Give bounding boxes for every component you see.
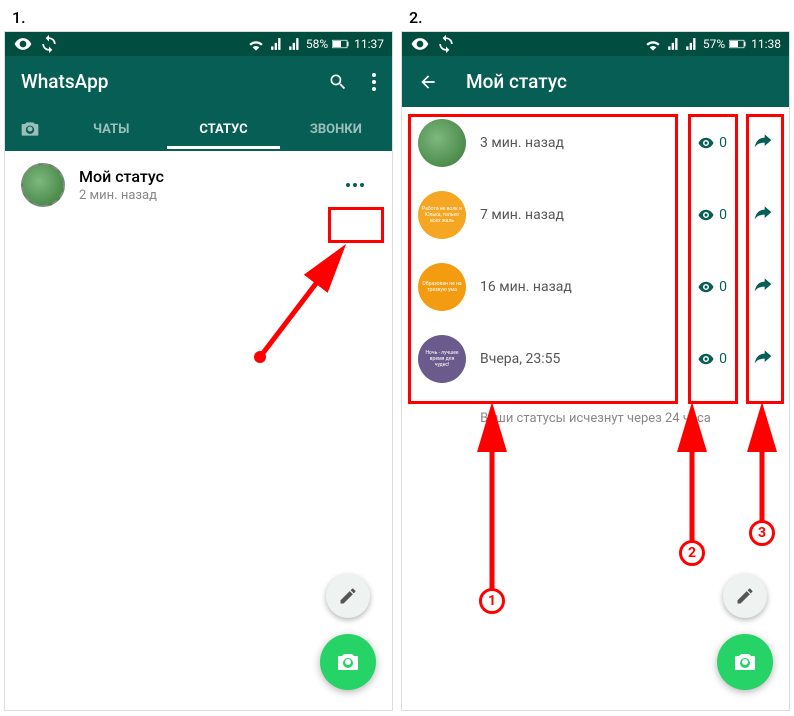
more-button[interactable]	[334, 175, 376, 195]
view-count[interactable]: 0	[697, 134, 727, 152]
tab-chats[interactable]: ЧАТЫ	[55, 110, 167, 149]
tab-status[interactable]: СТАТУС	[167, 110, 279, 149]
signal-icon-2	[685, 37, 699, 51]
view-count[interactable]: 0	[697, 350, 727, 368]
sync-icon	[436, 34, 456, 54]
camera-icon	[733, 650, 757, 674]
panel-label-1: 1.	[4, 4, 393, 31]
forward-icon	[753, 203, 773, 223]
wifi-icon	[643, 34, 663, 54]
avatar: Ночь - лучшее время для чудес!	[418, 335, 466, 383]
phone-screen-2: 57% 11:38 Мой статус 3 мин. назад	[401, 31, 790, 711]
back-icon[interactable]	[418, 72, 438, 92]
view-count[interactable]: 0	[697, 278, 727, 296]
pencil-icon	[338, 586, 358, 606]
avatar-text: Ночь - лучшее время для чудес!	[418, 335, 466, 383]
my-status-row[interactable]: Мой статус 2 мин. назад	[5, 151, 392, 219]
tab-bar: ЧАТЫ СТАТУС ЗВОНКИ	[5, 107, 392, 151]
status-item[interactable]: Работа не волк и Юлька, только всех жаль…	[402, 179, 789, 251]
battery-icon	[332, 38, 350, 50]
signal-icon-2	[288, 37, 302, 51]
forward-icon	[753, 131, 773, 151]
status-item[interactable]: 3 мин. назад 0	[402, 107, 789, 179]
status-item[interactable]: Образован не на трезвую ума 16 мин. наза…	[402, 251, 789, 323]
eye-icon	[410, 34, 430, 54]
status-time: 3 мин. назад	[480, 135, 683, 151]
eye-icon	[697, 350, 715, 368]
phone-screen-1: 58% 11:37 WhatsApp	[4, 31, 393, 711]
status-time: 16 мин. назад	[480, 279, 683, 295]
search-icon[interactable]	[328, 72, 348, 92]
app-title: WhatsApp	[21, 70, 328, 93]
annotation-arrow	[245, 237, 355, 367]
forward-button[interactable]	[753, 131, 773, 155]
annotation-badge-2: 2	[679, 540, 705, 566]
avatar: Работа не волк и Юлька, только всех жаль	[418, 191, 466, 239]
camera-icon	[336, 650, 360, 674]
view-count[interactable]: 0	[697, 206, 727, 224]
tab-camera[interactable]	[5, 107, 55, 151]
battery-icon	[729, 38, 747, 50]
annotation-badge-1: 1	[479, 588, 505, 614]
edit-fab[interactable]	[326, 574, 370, 618]
page-title: Мой статус	[466, 70, 567, 93]
pencil-icon	[735, 586, 755, 606]
status-time: 7 мин. назад	[480, 207, 683, 223]
clock-time: 11:38	[751, 37, 781, 51]
avatar-text	[418, 119, 466, 167]
sync-icon	[39, 34, 59, 54]
forward-button[interactable]	[753, 347, 773, 371]
my-status-title: Мой статус	[79, 167, 320, 186]
forward-button[interactable]	[753, 203, 773, 227]
my-status-time: 2 мин. назад	[79, 188, 320, 203]
camera-fab[interactable]	[320, 634, 376, 690]
forward-icon	[753, 275, 773, 295]
eye-icon	[697, 278, 715, 296]
battery-percent: 58%	[306, 37, 328, 51]
android-status-bar: 58% 11:37	[5, 32, 392, 56]
footer-note: Ваши статусы исчезнут через 24 часа	[402, 395, 789, 442]
camera-icon	[20, 119, 40, 139]
battery-percent: 57%	[703, 37, 725, 51]
panel-label-2: 2.	[401, 4, 790, 31]
eye-icon	[13, 34, 33, 54]
wifi-icon	[246, 34, 266, 54]
forward-icon	[753, 347, 773, 367]
status-item[interactable]: Ночь - лучшее время для чудес! Вчера, 23…	[402, 323, 789, 395]
more-vert-icon[interactable]	[372, 73, 376, 91]
eye-icon	[697, 134, 715, 152]
annotation-badge-3: 3	[749, 520, 775, 546]
eye-icon	[697, 206, 715, 224]
avatar-text: Образован не на трезвую ума	[418, 263, 466, 311]
forward-button[interactable]	[753, 275, 773, 299]
app-header: WhatsApp ЧАТЫ СТАТУС ЗВОНКИ	[5, 56, 392, 151]
status-header: Мой статус	[402, 56, 789, 107]
signal-icon	[667, 37, 681, 51]
camera-fab[interactable]	[717, 634, 773, 690]
signal-icon	[270, 37, 284, 51]
avatar: Образован не на трезвую ума	[418, 263, 466, 311]
tab-calls[interactable]: ЗВОНКИ	[280, 110, 392, 149]
clock-time: 11:37	[354, 37, 384, 51]
android-status-bar: 57% 11:38	[402, 32, 789, 56]
avatar	[21, 163, 65, 207]
edit-fab[interactable]	[723, 574, 767, 618]
status-time: Вчера, 23:55	[480, 351, 683, 367]
avatar	[418, 119, 466, 167]
avatar-text: Работа не волк и Юлька, только всех жаль	[418, 191, 466, 239]
